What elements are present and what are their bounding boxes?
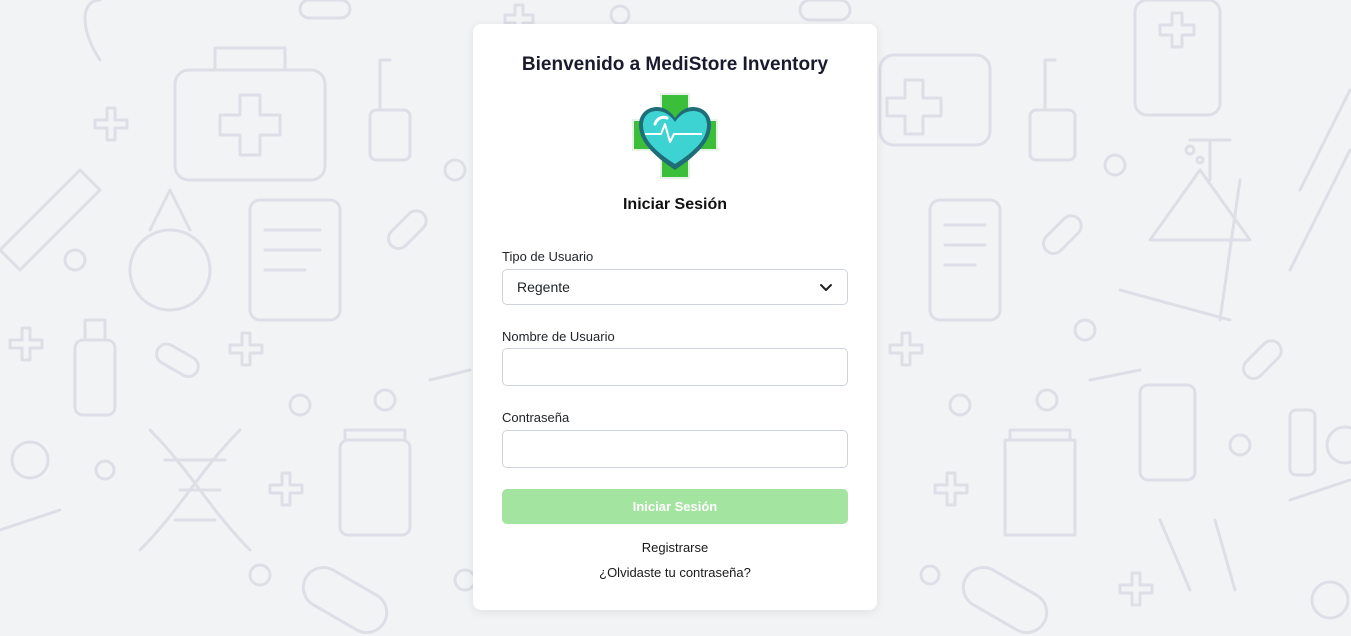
username-input[interactable] xyxy=(502,348,848,386)
chevron-down-icon xyxy=(820,284,832,291)
user-type-select[interactable]: Regente xyxy=(502,269,848,305)
first-aid-kit-doodle xyxy=(173,68,327,182)
password-label: Contraseña xyxy=(502,410,570,425)
medical-cross-heart-logo xyxy=(632,93,718,179)
user-type-label: Tipo de Usuario xyxy=(502,249,594,264)
forgot-password-link[interactable]: ¿Olvidaste tu contraseña? xyxy=(473,565,877,580)
password-input[interactable] xyxy=(502,430,848,468)
login-subtitle: Iniciar Sesión xyxy=(622,196,728,213)
username-label: Nombre de Usuario xyxy=(502,329,615,344)
login-submit-button[interactable]: Iniciar Sesión xyxy=(502,489,848,524)
welcome-title: Bienvenido a MediStore Inventory xyxy=(521,54,829,75)
login-card: Bienvenido a MediStore Inventory Iniciar… xyxy=(473,24,877,610)
register-link[interactable]: Registrarse xyxy=(473,540,877,555)
user-type-selected-value: Regente xyxy=(517,279,570,295)
